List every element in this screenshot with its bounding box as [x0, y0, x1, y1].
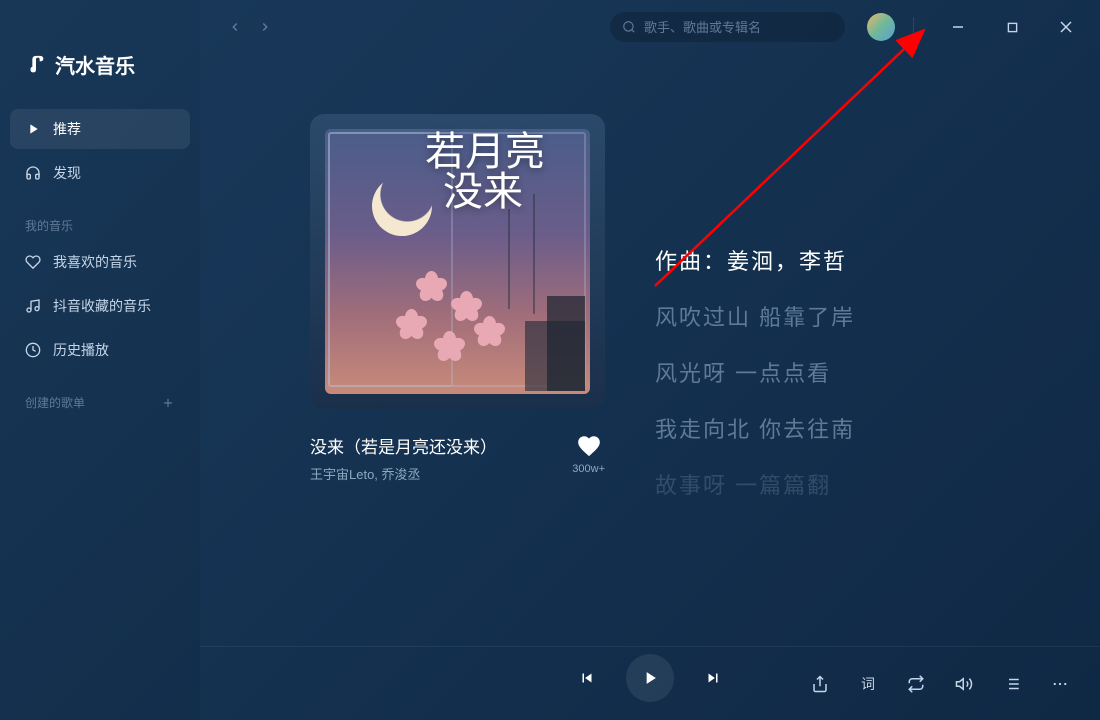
- album-cover[interactable]: 若月亮没来: [310, 114, 605, 409]
- next-track-button[interactable]: [704, 669, 722, 687]
- nav-recommend[interactable]: 推荐: [10, 109, 190, 149]
- logo-icon: [25, 54, 47, 76]
- app-logo: 汽水音乐: [10, 10, 190, 109]
- maximize-button[interactable]: [992, 12, 1032, 42]
- nav-history[interactable]: 历史播放: [10, 330, 190, 370]
- user-avatar[interactable]: [867, 13, 895, 41]
- play-icon: [25, 121, 41, 137]
- play-button[interactable]: [626, 654, 674, 702]
- divider: [913, 17, 914, 37]
- section-my-music: 我的音乐: [10, 197, 190, 242]
- more-button[interactable]: [1050, 674, 1070, 694]
- volume-button[interactable]: [954, 674, 974, 694]
- lyric-line: 故事呀 一篇篇翻: [655, 468, 1060, 500]
- topbar: [200, 0, 1100, 54]
- main-area: 若月亮没来 没来（若是月亮还没来） 王宇宙Leto, 乔浚丞: [200, 0, 1100, 720]
- like-button[interactable]: [576, 433, 602, 459]
- nav-label: 历史播放: [53, 340, 109, 360]
- add-playlist-button[interactable]: [161, 396, 175, 410]
- close-button[interactable]: [1046, 12, 1086, 42]
- nav-liked[interactable]: 我喜欢的音乐: [10, 242, 190, 282]
- app-name: 汽水音乐: [55, 50, 135, 79]
- repeat-button[interactable]: [906, 674, 926, 694]
- prev-track-button[interactable]: [578, 669, 596, 687]
- album-section: 若月亮没来 没来（若是月亮还没来） 王宇宙Leto, 乔浚丞: [310, 114, 605, 646]
- lyric-line: 作曲：姜洄，李哲: [655, 244, 1060, 276]
- search-icon: [622, 20, 636, 34]
- music-note-icon: [25, 298, 41, 314]
- cover-text: 若月亮没来: [425, 132, 545, 212]
- search-input[interactable]: [644, 20, 833, 35]
- headphones-icon: [25, 165, 41, 181]
- lyrics-panel[interactable]: 作曲：姜洄，李哲 风吹过山 船靠了岸 风光呀 一点点看 我走向北 你去往南 故事…: [655, 114, 1060, 646]
- lyrics-button[interactable]: 词: [858, 674, 878, 694]
- search-box[interactable]: [610, 12, 845, 42]
- history-icon: [25, 342, 41, 358]
- nav-label: 我喜欢的音乐: [53, 252, 137, 272]
- nav-label: 发现: [53, 163, 81, 183]
- lyric-line: 风光呀 一点点看: [655, 356, 1060, 388]
- back-button[interactable]: [228, 20, 242, 34]
- song-title: 没来（若是月亮还没来）: [310, 433, 556, 458]
- forward-button[interactable]: [258, 20, 272, 34]
- lyric-line: 我走向北 你去往南: [655, 412, 1060, 444]
- like-count: 300w+: [572, 463, 605, 475]
- sidebar: 汽水音乐 推荐 发现 我的音乐 我喜欢的音乐 抖音收藏的音乐 历史播放 创建的歌…: [0, 0, 200, 720]
- section-playlist: 创建的歌单: [10, 374, 190, 419]
- nav-label: 抖音收藏的音乐: [53, 296, 151, 316]
- minimize-button[interactable]: [938, 12, 978, 42]
- nav-discover[interactable]: 发现: [10, 153, 190, 193]
- content-area: 若月亮没来 没来（若是月亮还没来） 王宇宙Leto, 乔浚丞: [200, 54, 1100, 646]
- lyric-line: 风吹过山 船靠了岸: [655, 300, 1060, 332]
- heart-icon: [25, 254, 41, 270]
- share-button[interactable]: [810, 674, 830, 694]
- nav-douyin-fav[interactable]: 抖音收藏的音乐: [10, 286, 190, 326]
- player-bar: 词: [200, 646, 1100, 720]
- nav-label: 推荐: [53, 119, 81, 139]
- queue-button[interactable]: [1002, 674, 1022, 694]
- song-artist[interactable]: 王宇宙Leto, 乔浚丞: [310, 464, 556, 483]
